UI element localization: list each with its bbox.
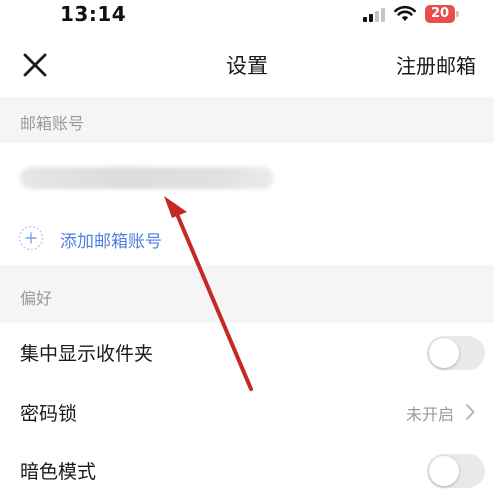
setting-row-dark-mode: 暗色模式 <box>0 441 494 499</box>
register-mailbox-button[interactable]: 注册邮箱 <box>396 50 476 79</box>
status-time: 13:14 <box>60 2 127 26</box>
setting-value: 未开启 <box>405 405 454 424</box>
cellular-signal-icon <box>363 8 387 22</box>
section-title: 邮箱账号 <box>20 114 85 133</box>
close-icon[interactable] <box>22 52 48 78</box>
toggle-knob <box>429 456 459 486</box>
dark-mode-toggle[interactable] <box>427 454 485 488</box>
section-header-preferences: 偏好 <box>0 265 494 323</box>
unified-inbox-toggle[interactable] <box>427 336 485 370</box>
chevron-right-icon <box>466 404 475 420</box>
setting-label: 密码锁 <box>20 403 78 425</box>
battery-level: 20 <box>430 6 450 21</box>
setting-label: 集中显示收件夹 <box>20 343 154 365</box>
page-title: 设置 <box>226 54 268 78</box>
blurred-account-address <box>20 167 274 189</box>
status-bar: 13:14 20 <box>0 0 494 30</box>
setting-row-password-lock[interactable]: 密码锁 未开启 <box>0 383 494 441</box>
section-title: 偏好 <box>20 289 53 308</box>
toggle-knob <box>429 338 459 368</box>
section-header-accounts: 邮箱账号 <box>0 97 494 143</box>
battery-icon: 20 <box>425 5 459 23</box>
add-account-label: 添加邮箱账号 <box>60 232 162 252</box>
wifi-icon <box>394 5 416 21</box>
account-list-item[interactable] <box>0 143 494 213</box>
plus-circle-icon <box>18 225 44 251</box>
nav-bar: 设置 注册邮箱 <box>0 40 494 90</box>
setting-row-unified-inbox: 集中显示收件夹 <box>0 323 494 381</box>
setting-label: 暗色模式 <box>20 461 97 483</box>
